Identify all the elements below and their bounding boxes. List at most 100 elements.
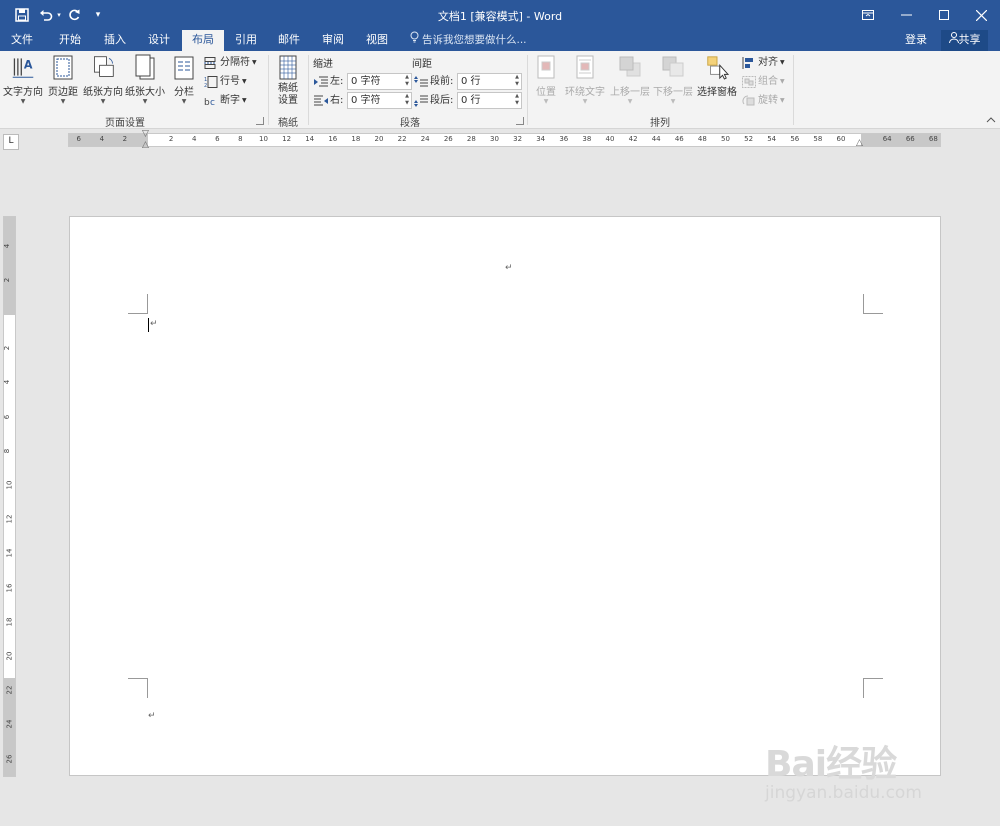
ruler-tick-label: 32 [513, 135, 523, 143]
group-separator [793, 55, 794, 125]
ruler-tick-label: 2 [168, 135, 174, 143]
chevron-down-icon: ▼ [670, 98, 676, 105]
page-setup-launcher-icon[interactable] [256, 117, 264, 125]
tab-references[interactable]: 引用 [225, 30, 267, 51]
wrap-text-button[interactable]: 环绕文字 ▼ [563, 53, 607, 106]
text-direction-icon: A [11, 53, 35, 81]
margins-button[interactable]: 页边距 ▼ [46, 53, 80, 106]
bring-forward-button[interactable]: 上移一层 ▼ [609, 53, 651, 106]
selection-pane-button[interactable]: 选择窗格 [696, 53, 738, 98]
ruler-tick-label: 56 [790, 135, 800, 143]
ribbon-tabs: 文件 开始 插入 设计 布局 引用 邮件 审阅 视图 告诉我您想要做什么... … [0, 30, 1000, 51]
ribbon-display-icon[interactable] [849, 0, 887, 30]
horizontal-ruler[interactable]: 6 4 2 2 4 6 8 10 12 14 16 18 20 22 24 26 28 30 32 34 36 38 40 4… [68, 133, 941, 147]
ruler-tick-label: 64 [882, 135, 892, 143]
tell-me-box[interactable]: 告诉我您想要做什么... [410, 30, 527, 51]
size-button[interactable]: 纸张大小 ▼ [124, 53, 166, 106]
position-button[interactable]: 位置 ▼ [532, 53, 560, 106]
login-link[interactable]: 登录 [905, 30, 927, 51]
spinner-icon[interactable]: ▲ ▼ [405, 74, 409, 88]
manuscript-settings-button[interactable]: 稿纸 设置 [274, 53, 302, 107]
ruler-tick-label: 14 [305, 135, 315, 143]
tab-mailings[interactable]: 邮件 [268, 30, 310, 51]
spacing-header: 间距 [412, 59, 432, 70]
selection-pane-icon [705, 53, 729, 81]
minimize-icon[interactable] [887, 0, 925, 30]
breaks-icon [204, 56, 218, 69]
tab-selector[interactable]: L [3, 134, 19, 150]
hyphenation-button[interactable]: bc 断字 ▼ [204, 92, 247, 109]
collapse-ribbon-icon[interactable] [986, 116, 996, 125]
tab-layout[interactable]: 布局 [182, 30, 224, 51]
ruler-tick-label: 66 [905, 135, 915, 143]
ruler-tick-label: 22 [5, 685, 14, 695]
manuscript-label-line2: 设置 [278, 95, 298, 106]
indent-right-icon [314, 95, 328, 107]
columns-button[interactable]: 分栏 ▼ [170, 53, 198, 106]
header-paragraph-mark: ↵ [505, 263, 513, 273]
selection-pane-label: 选择窗格 [697, 87, 737, 98]
paragraph-launcher-icon[interactable] [516, 117, 524, 125]
line-numbers-button[interactable]: 12 行号 ▼ [204, 73, 247, 90]
spinner-icon[interactable]: ▲ ▼ [515, 93, 519, 107]
first-line-indent-icon[interactable]: ▽ [142, 129, 149, 139]
horizontal-ruler-area: L 6 4 2 2 4 6 8 10 12 14 16 18 20 22 24 26 28 30 32 34 36 38 4… [0, 129, 1000, 153]
person-icon [948, 30, 959, 50]
breaks-label: 分隔符 [220, 57, 250, 68]
group-separator [308, 55, 309, 125]
indent-right-input[interactable]: 0 字符 ▲ ▼ [347, 92, 412, 109]
indent-header: 缩进 [313, 59, 333, 70]
tab-view[interactable]: 视图 [355, 30, 399, 51]
spacing-after-input[interactable]: 0 行 ▲ ▼ [457, 92, 522, 109]
ruler-tick-label: 20 [374, 135, 384, 143]
chevron-down-icon: ▼ [100, 98, 106, 105]
ruler-tick-label: 58 [813, 135, 823, 143]
tab-review[interactable]: 审阅 [311, 30, 355, 51]
columns-label: 分栏 [174, 87, 194, 98]
text-direction-label: 文字方向 [3, 87, 43, 98]
ruler-tick-label: 4 [191, 135, 197, 143]
tab-design[interactable]: 设计 [137, 30, 181, 51]
breaks-button[interactable]: 分隔符 ▼ [204, 54, 257, 71]
tab-home[interactable]: 开始 [48, 30, 92, 51]
tab-insert[interactable]: 插入 [93, 30, 137, 51]
watermark: Bai经验 jingyan.baidu.com [765, 735, 985, 805]
spacing-before-input[interactable]: 0 行 ▲ ▼ [457, 73, 522, 90]
rotate-label: 旋转 [758, 95, 778, 106]
rotate-button[interactable]: 旋转 ▼ [742, 92, 785, 109]
crop-mark-bottom-right [863, 678, 883, 698]
share-button[interactable]: 共享 [941, 30, 988, 51]
hyphenation-label: 断字 [220, 95, 240, 106]
send-backward-button[interactable]: 下移一层 ▼ [652, 53, 694, 106]
spacing-before-icon [414, 75, 428, 88]
columns-icon [172, 53, 196, 81]
ruler-tick-label: 60 [836, 135, 846, 143]
chevron-down-icon: ▼ [142, 98, 148, 105]
spinner-icon[interactable]: ▲ ▼ [515, 74, 519, 88]
group-button[interactable]: 组合 ▼ [742, 73, 785, 90]
indent-left-input[interactable]: 0 字符 ▲ ▼ [347, 73, 412, 90]
svg-text:c: c [210, 98, 215, 107]
document-page[interactable]: ↵ ↵ ↵ [69, 216, 941, 776]
ruler-tick-label: 46 [674, 135, 684, 143]
text-direction-button[interactable]: A 文字方向 ▼ [2, 53, 44, 106]
right-indent-icon[interactable]: △ [856, 138, 863, 148]
ruler-tick-label: 52 [744, 135, 754, 143]
close-icon[interactable] [962, 0, 1000, 30]
vertical-ruler[interactable]: 4 2 2 4 6 8 10 12 14 16 18 20 22 24 26 [3, 216, 16, 777]
send-backward-icon [661, 53, 685, 81]
align-button[interactable]: 对齐 ▼ [742, 54, 785, 71]
ruler-tick-label: 10 [259, 135, 268, 143]
orientation-button[interactable]: 纸张方向 ▼ [82, 53, 124, 106]
share-label: 共享 [958, 33, 981, 46]
maximize-icon[interactable] [925, 0, 963, 30]
ruler-tick-label: 16 [5, 583, 14, 593]
orientation-icon [91, 53, 115, 81]
position-label: 位置 [536, 87, 556, 98]
group-separator [268, 55, 269, 125]
spinner-icon[interactable]: ▲ ▼ [405, 93, 409, 107]
ruler-tick-label: 22 [397, 135, 407, 143]
tab-file[interactable]: 文件 [0, 30, 44, 51]
orientation-label: 纸张方向 [83, 87, 123, 98]
hanging-indent-icon[interactable]: △ [142, 140, 149, 150]
